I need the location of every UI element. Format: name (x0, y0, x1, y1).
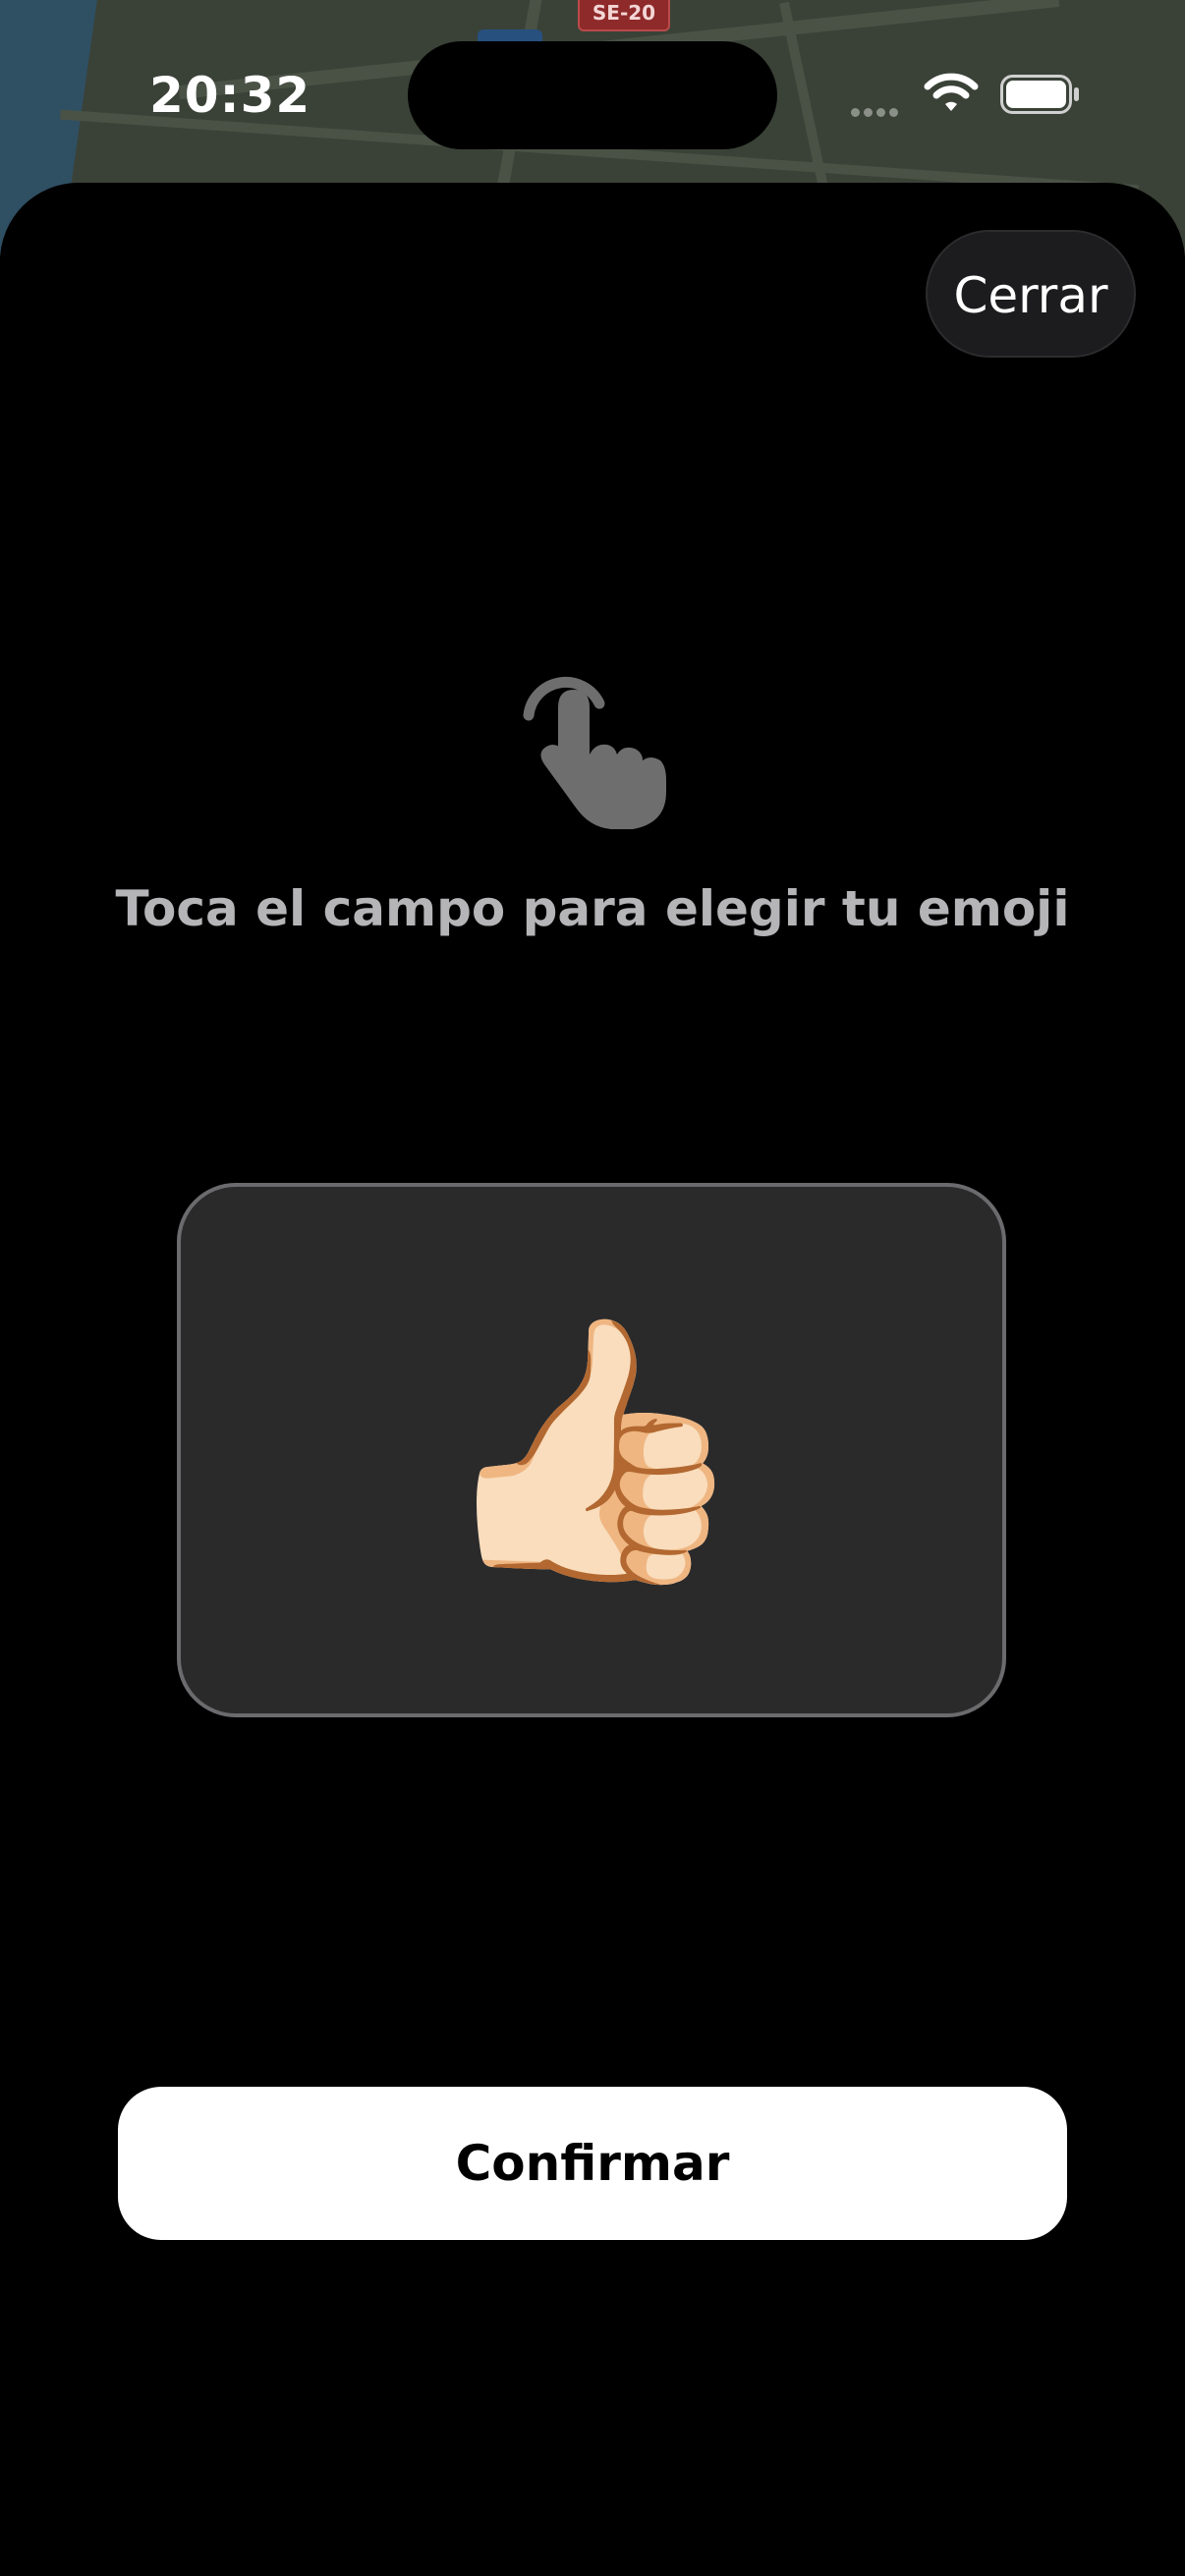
instruction-text: Toca el campo para elegir tu emoji (115, 880, 1070, 937)
wifi-icon (924, 73, 979, 111)
confirm-button[interactable]: Confirmar (118, 2087, 1067, 2240)
close-button[interactable]: Cerrar (926, 230, 1136, 358)
signal-dots-icon (851, 102, 902, 121)
emoji-input-field[interactable]: 👍🏻 (177, 1183, 1006, 1717)
status-bar: 20:32 (0, 0, 1185, 187)
battery-icon (1000, 75, 1079, 114)
tap-hand-icon (523, 676, 666, 829)
status-time: 20:32 (149, 67, 311, 124)
selected-emoji: 👍🏻 (432, 1302, 751, 1598)
dynamic-island (408, 41, 777, 149)
